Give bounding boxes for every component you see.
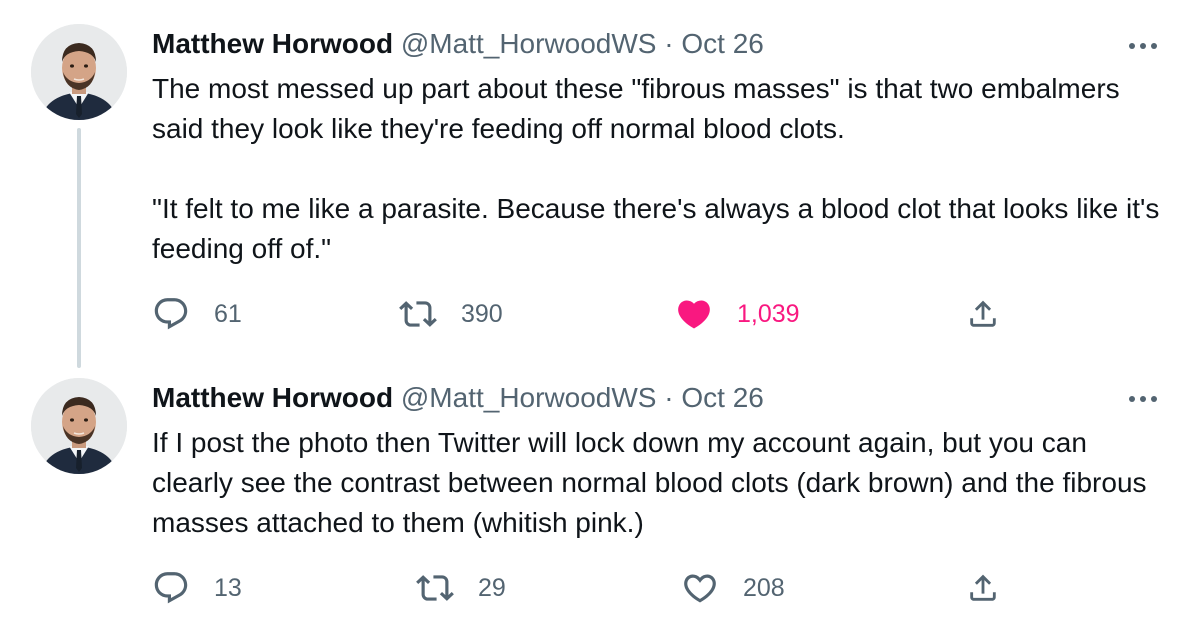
separator-dot: · — [664, 28, 674, 59]
tweet-actions: 61 390 1,039 — [152, 294, 1012, 334]
more-icon[interactable] — [1126, 36, 1160, 56]
share-icon — [966, 295, 1000, 333]
like-button[interactable]: 208 — [681, 568, 785, 608]
tweet-header: Matthew Horwood @Matt_HorwoodWS · Oct 26 — [152, 26, 764, 62]
separator-dot: · — [664, 382, 674, 413]
author-handle[interactable]: @Matt_HorwoodWS — [401, 28, 657, 59]
retweet-count: 29 — [478, 573, 506, 602]
thread-connector-line — [77, 128, 81, 368]
like-count: 208 — [743, 573, 785, 602]
reply-count: 61 — [214, 299, 242, 328]
retweet-icon — [397, 295, 439, 333]
tweet-actions: 13 29 208 — [152, 568, 1012, 608]
tweet-text: If I post the photo then Twitter will lo… — [152, 427, 1155, 538]
tweet-text: The most messed up part about these "fib… — [152, 73, 1160, 264]
retweet-icon — [414, 569, 456, 607]
share-button[interactable] — [966, 568, 1000, 608]
tweet-date[interactable]: Oct 26 — [681, 28, 763, 59]
reply-button[interactable]: 61 — [152, 294, 242, 334]
share-button[interactable] — [966, 294, 1000, 334]
retweet-count: 390 — [461, 299, 503, 328]
reply-count: 13 — [214, 573, 242, 602]
reply-icon — [152, 295, 190, 333]
author-handle[interactable]: @Matt_HorwoodWS — [401, 382, 657, 413]
author-name[interactable]: Matthew Horwood — [152, 382, 393, 413]
like-count: 1,039 — [737, 299, 800, 328]
avatar[interactable] — [31, 24, 127, 120]
heart-filled-icon — [675, 295, 713, 333]
tweet-header: Matthew Horwood @Matt_HorwoodWS · Oct 26 — [152, 380, 764, 416]
avatar[interactable] — [31, 378, 127, 474]
retweet-button[interactable]: 29 — [414, 568, 506, 608]
retweet-button[interactable]: 390 — [397, 294, 503, 334]
heart-icon — [681, 569, 719, 607]
like-button[interactable]: 1,039 — [675, 294, 800, 334]
author-name[interactable]: Matthew Horwood — [152, 28, 393, 59]
reply-button[interactable]: 13 — [152, 568, 242, 608]
reply-icon — [152, 569, 190, 607]
share-icon — [966, 569, 1000, 607]
more-icon[interactable] — [1126, 389, 1160, 409]
tweet-date[interactable]: Oct 26 — [681, 382, 763, 413]
